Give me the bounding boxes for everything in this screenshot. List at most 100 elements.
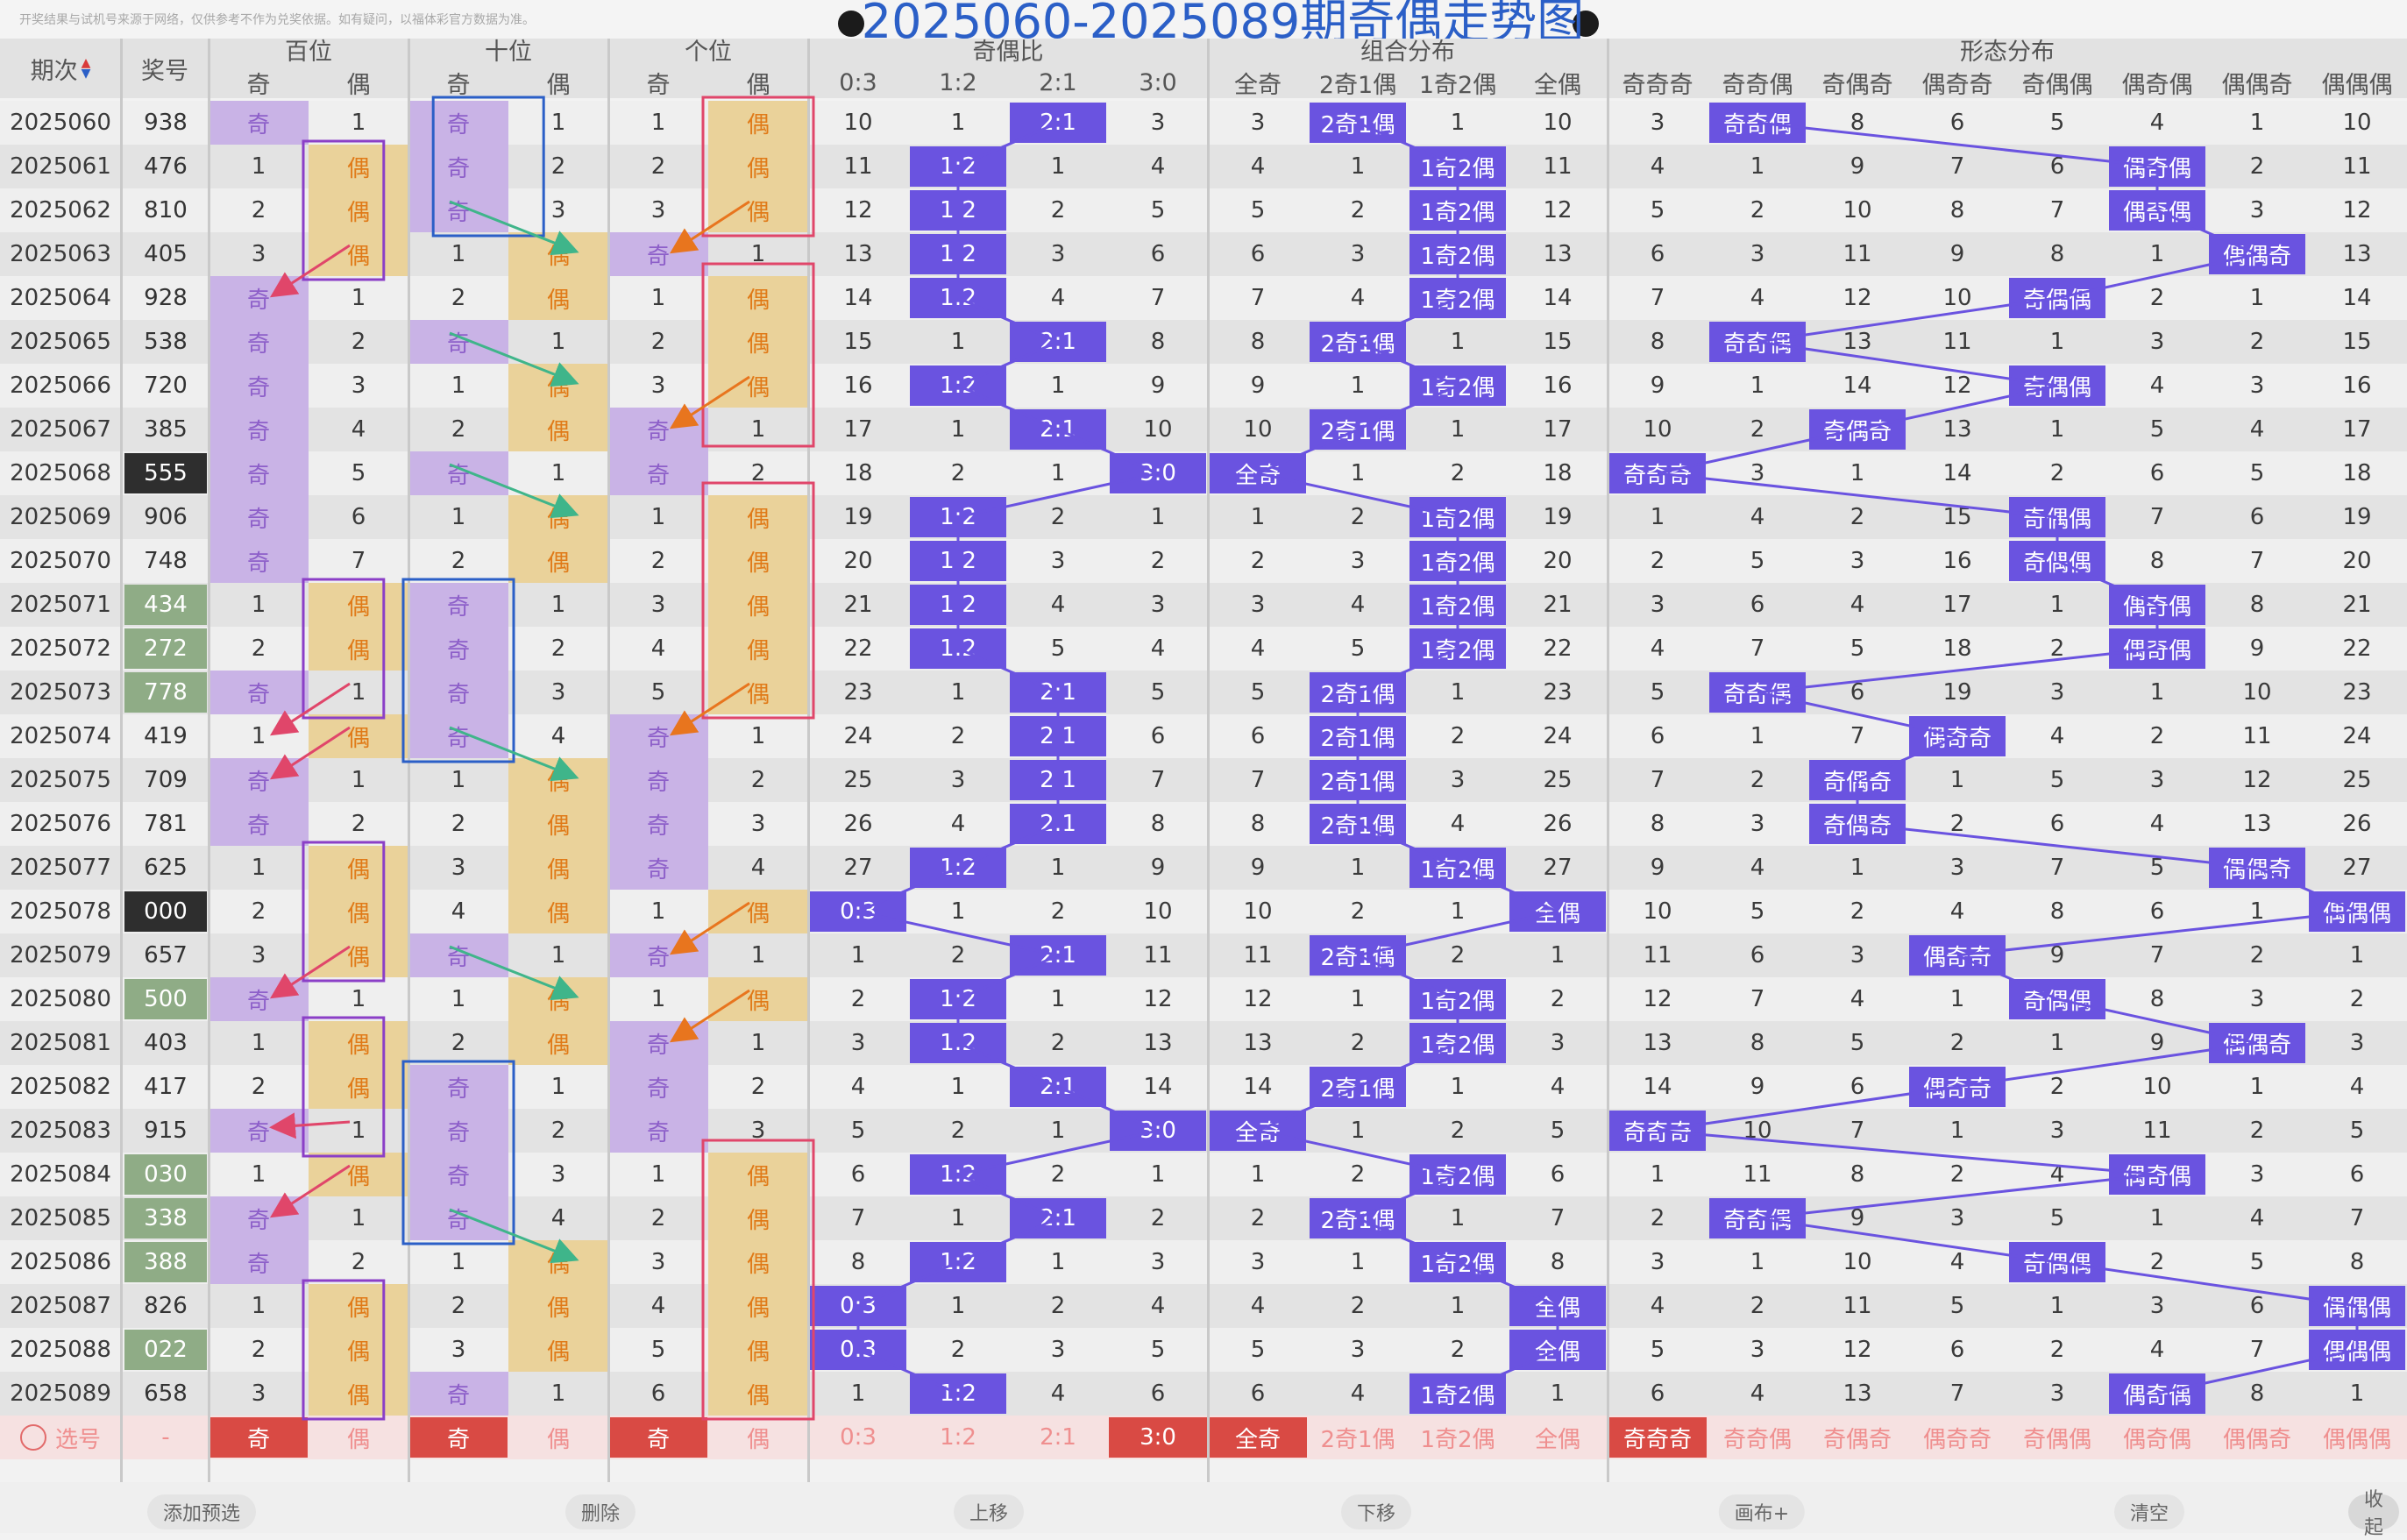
trend-arrow <box>669 989 750 1043</box>
delete-button[interactable]: 删除 <box>564 1494 636 1529</box>
form-trend-line <box>1956 954 2058 1001</box>
tens-odd-box <box>401 578 515 763</box>
form-trend-line <box>1757 691 1958 738</box>
form-trend-line <box>2056 1260 2358 1308</box>
form-trend-line <box>2256 866 2358 913</box>
ones-even-box <box>701 262 815 448</box>
trend-arrow <box>269 244 351 298</box>
move-down-button[interactable]: 下移 <box>1340 1494 1412 1529</box>
combo-trend-line <box>1257 472 1459 519</box>
trend-arrow <box>269 1112 351 1139</box>
trend-table: 期次 ▲ ▼ 奖号 百位 十位 个位 奇偶比 组合分布 形态分布奇偶奇偶奇偶 0:3 1:2 2:1 3:… <box>0 39 2407 1482</box>
ratio-trend-line <box>957 822 1059 869</box>
hundreds-even-box <box>302 139 386 281</box>
trend-arrow <box>269 726 351 780</box>
form-trend-line <box>1857 735 1958 782</box>
tens-odd-box <box>401 1060 515 1245</box>
ratio-trend-line <box>957 296 1059 344</box>
combo-trend-line <box>1357 647 1459 694</box>
form-trend-line <box>1757 296 2058 344</box>
form-trend-line <box>1857 822 2258 869</box>
ratio-trend-line <box>957 1173 1059 1220</box>
ratio-trend-line <box>957 121 1059 168</box>
trend-arrow <box>449 1208 579 1264</box>
clear-button[interactable]: 清空 <box>2113 1494 2185 1529</box>
trend-arrow <box>669 682 750 736</box>
form-trend-line <box>1956 910 2358 957</box>
trend-arrow <box>269 945 351 999</box>
form-trend-line <box>1956 1041 2258 1089</box>
trend-overlay <box>269 96 2359 1421</box>
ratio-trend-line <box>1057 1085 1159 1132</box>
trend-arrow <box>669 200 750 254</box>
combo-trend-line <box>1257 1129 1459 1176</box>
form-trend-line <box>1657 1129 2158 1176</box>
trend-arrow <box>669 901 750 955</box>
combo-trend-line <box>1257 1085 1359 1132</box>
form-trend-line <box>1757 1173 2158 1220</box>
combo-trend-line <box>1357 384 1459 431</box>
ratio-trend-line <box>957 1129 1159 1176</box>
move-up-button[interactable]: 上移 <box>953 1494 1025 1529</box>
ratio-trend-line <box>857 910 1059 957</box>
canvas-plus-button[interactable]: 画布+ <box>1718 1494 1806 1529</box>
hundreds-even-box <box>302 1016 386 1158</box>
form-trend-line <box>1757 1217 2058 1264</box>
ratio-trend-line <box>857 866 959 913</box>
form-trend-line <box>1657 428 1858 475</box>
trend-arrow <box>449 726 579 782</box>
ones-even-box <box>701 1139 815 1421</box>
form-trend-line <box>2156 1348 2358 1395</box>
combo-trend-line <box>1457 1348 1559 1395</box>
ratio-trend-line <box>857 1348 959 1395</box>
ratio-trend-line <box>1057 428 1159 475</box>
disclaimer-text: 开奖结果与试机号来源于网络，仅供参考不作为兑奖依据。如有疑问，以福体彩官方数据为… <box>19 13 535 27</box>
collapse-button[interactable]: 收起 <box>2347 1489 2400 1539</box>
ratio-trend-line <box>957 647 1059 694</box>
ones-even-box <box>701 481 815 720</box>
trend-arrow <box>449 331 579 387</box>
ratio-trend-line <box>957 1217 1059 1264</box>
form-trend-line <box>1757 340 2058 387</box>
form-trend-line <box>2056 252 2258 300</box>
ratio-trend-line <box>957 384 1059 431</box>
bottom-toolbar: 添加预选 删除 上移 下移 画布+ 清空 收起 <box>0 1482 2407 1539</box>
combo-trend-line <box>1357 340 1459 387</box>
trend-arrow <box>269 1164 351 1218</box>
trend-arrow <box>269 682 351 736</box>
ratio-trend-line <box>957 954 1059 1001</box>
ratio-trend-line <box>957 1041 1059 1089</box>
form-trend-line <box>1857 384 2058 431</box>
form-trend-line <box>1657 1085 1958 1132</box>
trend-arrow <box>449 200 579 256</box>
combo-trend-line <box>1357 1041 1459 1089</box>
hundreds-even-box <box>302 578 386 720</box>
combo-trend-line <box>1357 121 1459 168</box>
trend-arrow <box>449 463 579 519</box>
combo-trend-line <box>1457 866 1559 913</box>
combo-trend-line <box>1357 954 1459 1001</box>
ratio-trend-line <box>957 340 1059 387</box>
combo-trend-line <box>1257 428 1359 475</box>
combo-trend-line <box>1357 296 1459 344</box>
form-trend-line <box>2056 559 2158 607</box>
form-trend-line <box>2156 209 2258 256</box>
ratio-trend-line <box>857 1260 959 1308</box>
ratio-trend-line <box>957 472 1159 519</box>
combo-trend-line <box>1357 822 1459 869</box>
combo-trend-line <box>1357 1173 1459 1220</box>
combo-trend-line <box>1357 1217 1459 1264</box>
combo-trend-line <box>1357 910 1559 957</box>
combo-trend-line <box>1457 1260 1559 1308</box>
trend-arrow <box>669 375 750 429</box>
add-preselect-button[interactable]: 添加预选 <box>146 1494 257 1529</box>
hundreds-even-box <box>302 841 386 983</box>
ones-even-box <box>701 96 815 238</box>
form-trend-line <box>1757 647 2158 694</box>
form-trend-line <box>2056 997 2258 1045</box>
form-trend-line <box>1657 472 2058 519</box>
trend-arrow <box>449 945 579 1001</box>
form-trend-line <box>1757 121 2158 168</box>
tens-odd-box <box>431 96 545 238</box>
hundreds-even-box <box>302 1279 386 1421</box>
